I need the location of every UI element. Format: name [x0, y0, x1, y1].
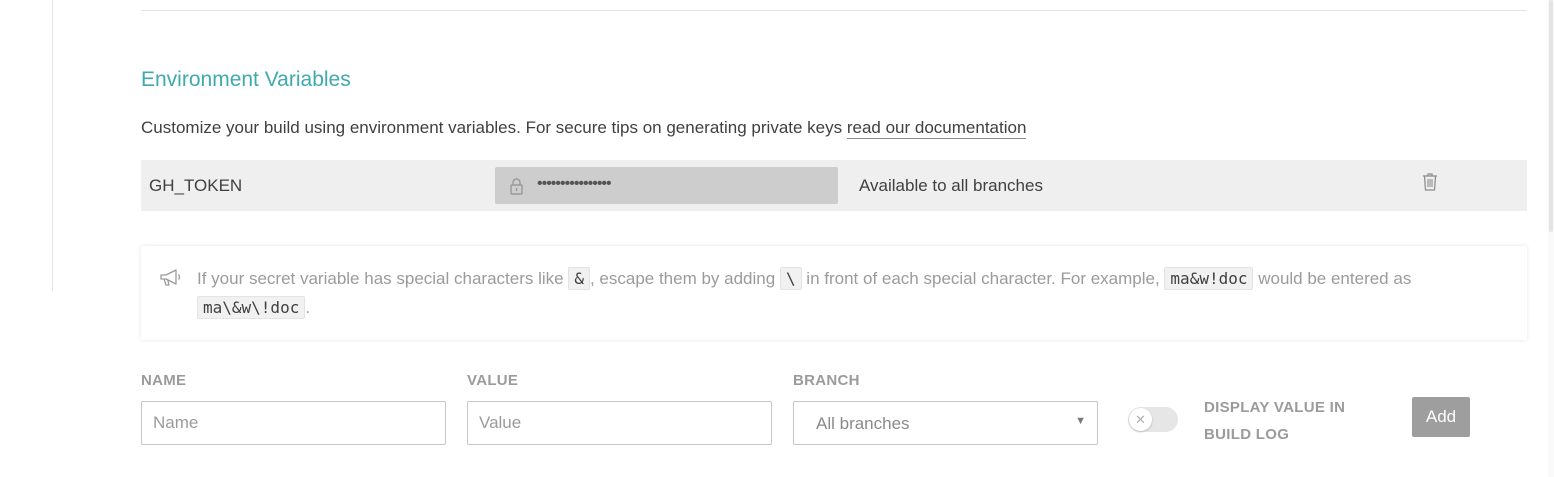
name-input[interactable]: [141, 401, 446, 445]
display-value-label: DISPLAY VALUE IN BUILD LOG: [1204, 399, 1346, 443]
notice-text-part: .: [305, 298, 311, 317]
close-icon: ✕: [1135, 412, 1146, 427]
variable-scope: Available to all branches: [859, 176, 1043, 195]
notice-text-part: If your secret variable has special char…: [197, 269, 569, 288]
sidebar-divider: [52, 0, 53, 291]
special-characters-notice: If your secret variable has special char…: [141, 246, 1527, 340]
code-snippet: &: [568, 267, 590, 290]
environment-variables-page: Environment Variables Customize your bui…: [0, 0, 1554, 477]
scrollbar[interactable]: [1548, 0, 1554, 477]
section-divider: [141, 10, 1526, 11]
variable-value-field: ••••••••••••••••: [495, 167, 838, 204]
notice-text: If your secret variable has special char…: [197, 264, 1497, 322]
section-title: Environment Variables: [141, 68, 351, 91]
masked-value: ••••••••••••••••: [537, 175, 612, 192]
chevron-down-icon: ▼: [1075, 415, 1086, 427]
code-snippet: ma&w!doc: [1164, 267, 1254, 290]
notice-text-part: would be entered as: [1253, 269, 1412, 288]
lock-icon: [508, 177, 525, 195]
section-description: Customize your build using environment v…: [141, 118, 1027, 139]
code-snippet: ma\&w\!doc: [197, 296, 306, 319]
documentation-link[interactable]: read our documentation: [846, 118, 1027, 139]
description-text: Customize your build using environment v…: [141, 118, 847, 137]
display-value-toggle[interactable]: ✕: [1128, 407, 1178, 432]
notice-text-part: in front of each special character. For …: [801, 269, 1165, 288]
branch-label: BRANCH: [793, 372, 860, 389]
scrollbar-thumb[interactable]: [1549, 0, 1553, 232]
megaphone-icon: [159, 268, 183, 288]
branch-selected-value: All branches: [816, 414, 910, 433]
value-label: VALUE: [467, 372, 519, 389]
env-variable-row: GH_TOKEN •••••••••••••••• Available to a…: [141, 160, 1527, 211]
code-snippet: \: [779, 267, 802, 290]
value-input[interactable]: [467, 401, 772, 445]
trash-icon[interactable]: [1422, 172, 1438, 192]
variable-name: GH_TOKEN: [149, 176, 243, 195]
name-label: NAME: [141, 372, 187, 389]
add-button[interactable]: Add: [1412, 397, 1470, 437]
toggle-knob: ✕: [1129, 408, 1152, 431]
notice-text-part: , escape them by adding: [589, 269, 780, 288]
branch-select[interactable]: All branches ▼: [793, 401, 1098, 445]
